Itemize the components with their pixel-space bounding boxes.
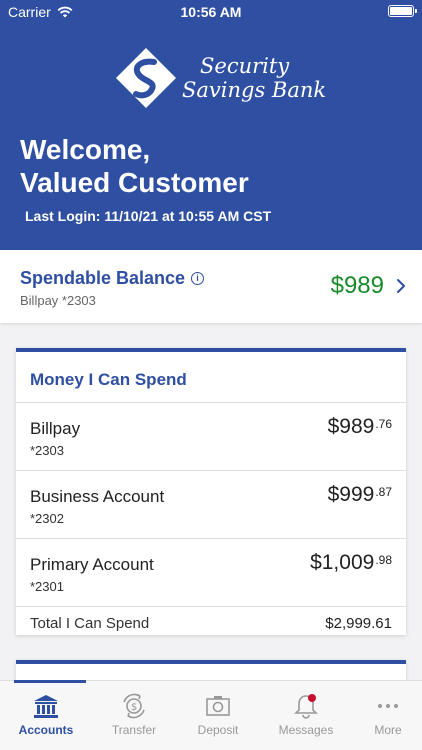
camera-icon <box>206 696 230 716</box>
welcome-line-1: Welcome, <box>20 134 151 165</box>
battery-icon <box>388 5 417 17</box>
bank-logo: Security Savings Bank <box>114 46 326 110</box>
spendable-amount: $989 <box>330 272 384 299</box>
tab-label: Messages <box>278 723 334 737</box>
account-balance: $1,009.98 <box>310 551 392 575</box>
spendable-title-label: Spendable Balance <box>20 268 186 288</box>
logo-mark-icon <box>116 48 176 108</box>
account-balance: $999.87 <box>328 483 392 507</box>
tab-label: Deposit <box>197 723 239 737</box>
money-i-can-spend-card: Money I Can Spend Billpay *2303 $989.76 … <box>16 348 406 635</box>
spendable-account: Billpay *2303 <box>20 293 96 308</box>
last-login-text: Last Login: 11/10/21 at 10:55 AM CST <box>25 208 272 224</box>
tab-label: Accounts <box>18 723 74 737</box>
spendable-title: Spendable Balance i <box>20 268 205 289</box>
account-name: Business Account <box>30 487 165 506</box>
tab-deposit[interactable]: Deposit <box>176 681 260 750</box>
bell-icon <box>294 694 318 719</box>
account-number: *2301 <box>30 579 64 594</box>
more-icon <box>378 704 398 708</box>
tab-label: More <box>374 723 402 737</box>
total-label: Total I Can Spend <box>30 615 150 632</box>
balance-cents: .98 <box>375 553 392 567</box>
welcome-line-2: Valued Customer <box>20 167 249 198</box>
tab-bar: Accounts $ Transfer Deposit Messages Mor… <box>0 680 422 750</box>
account-row-billpay[interactable]: Billpay *2303 $989.76 <box>16 402 406 470</box>
chevron-right-icon[interactable] <box>396 278 406 294</box>
info-icon[interactable]: i <box>191 272 205 285</box>
balance-dollars: $1,009 <box>310 551 375 574</box>
account-number: *2303 <box>30 443 64 458</box>
tab-more[interactable]: More <box>346 681 422 750</box>
balance-cents: .87 <box>375 485 392 499</box>
status-time: 10:56 AM <box>180 4 242 20</box>
account-number: *2302 <box>30 511 64 526</box>
transfer-icon: $ <box>123 693 145 719</box>
tab-accounts[interactable]: Accounts <box>4 680 88 750</box>
card-title: Money I Can Spend <box>30 370 187 389</box>
account-row-primary[interactable]: Primary Account *2301 $1,009.98 <box>16 538 406 606</box>
balance-dollars: $989 <box>327 415 375 438</box>
logo-line-2: Savings Bank <box>182 78 327 102</box>
total-value: $2,999.61 <box>325 615 392 632</box>
account-balance: $989.76 <box>328 415 392 439</box>
header-banner: Carrier 10:56 AM Security Savings Bank W… <box>0 0 422 250</box>
tab-label: Transfer <box>111 723 157 737</box>
logo-line-1: Security <box>200 54 290 78</box>
svg-text:$: $ <box>131 702 137 713</box>
tab-transfer[interactable]: $ Transfer <box>92 681 176 750</box>
account-row-business[interactable]: Business Account *2302 $999.87 <box>16 470 406 538</box>
total-row: Total I Can Spend $2,999.61 <box>16 606 406 639</box>
tab-messages[interactable]: Messages <box>264 681 348 750</box>
balance-dollars: $999 <box>327 483 375 506</box>
logo-text: Security Savings Bank <box>182 54 326 102</box>
account-name: Billpay <box>30 419 81 438</box>
spendable-balance-row[interactable]: Spendable Balance i Billpay *2303 $989 <box>0 250 422 323</box>
account-name: Primary Account <box>30 555 154 574</box>
status-bar: Carrier 10:56 AM <box>0 0 422 24</box>
welcome-heading: Welcome, Valued Customer <box>20 133 249 199</box>
balance-cents: .76 <box>375 417 392 431</box>
bank-icon <box>34 695 58 718</box>
